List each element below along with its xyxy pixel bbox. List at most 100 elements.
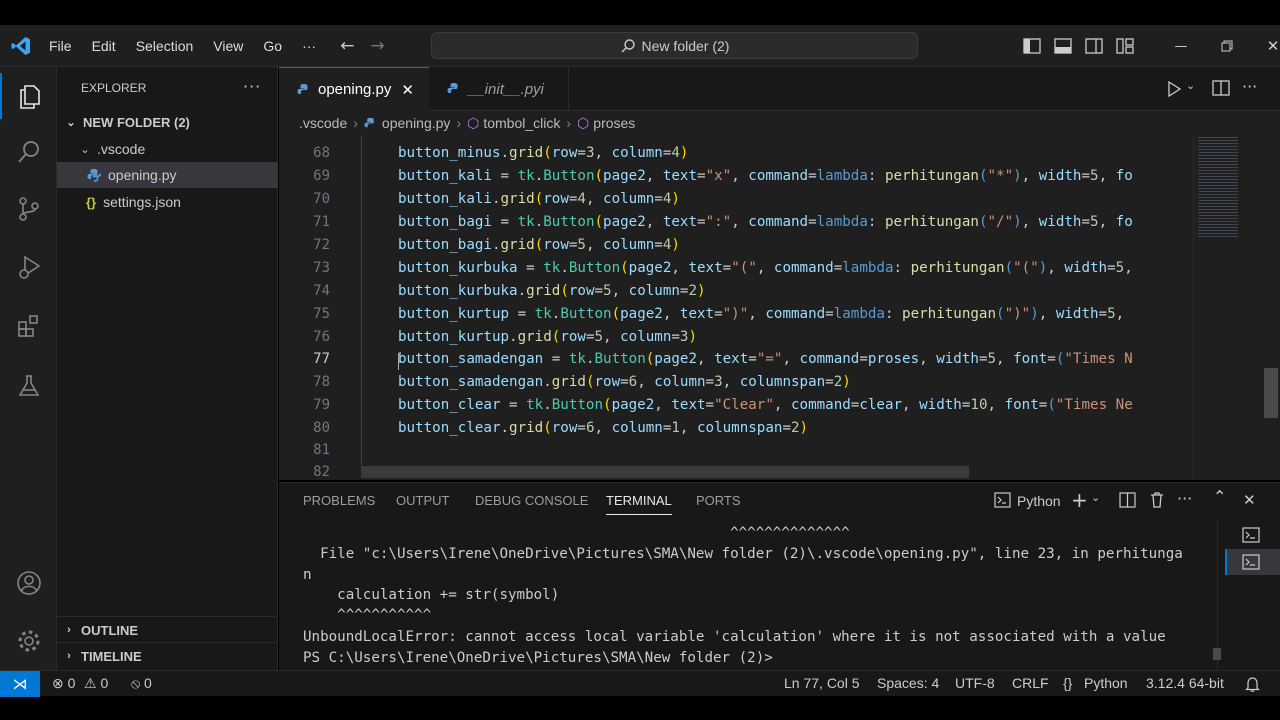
line-number: 80 [313,420,330,436]
close-panel-icon[interactable]: ✕ [1243,491,1256,509]
forward-arrow-icon[interactable]: → [370,36,384,56]
toggle-primary-sidebar-icon[interactable] [1023,38,1041,54]
code-editor[interactable]: 68 button_minus.grid(row=3, column=4) 69… [279,135,1280,480]
code-line: button_samadengan.grid(row=6, column=3, … [398,374,851,390]
errors-indicator[interactable]: ⊗ 0 [52,675,75,692]
breadcrumb-symbol[interactable]: proses [593,115,635,131]
vertical-scrollbar[interactable] [1264,368,1278,418]
customize-layout-icon[interactable] [1116,38,1134,54]
accounts-icon[interactable] [0,560,57,606]
menu-file[interactable]: File [39,38,82,54]
file-label: settings.json [103,194,181,210]
new-terminal-icon[interactable]: + [1071,488,1088,512]
language-braces-icon: {} [1063,675,1073,691]
code-line: button_bagi = tk.Button(page2, text=":",… [398,214,1133,230]
run-debug-icon[interactable] [0,244,57,290]
breadcrumb-folder[interactable]: .vscode [299,115,347,131]
line-number: 73 [313,260,330,276]
menu-selection[interactable]: Selection [126,38,204,54]
trash-icon[interactable] [1149,491,1165,508]
run-python-file-icon[interactable] [1166,81,1182,97]
chevron-down-icon[interactable]: ⌄ [1091,491,1100,504]
terminal-profile-label[interactable]: Python [1017,493,1061,509]
chevron-right-icon: › [67,624,71,636]
tree-file-opening-py[interactable]: opening.py [57,162,278,188]
cursor-position[interactable]: Ln 77, Col 5 [784,675,860,691]
outline-label: OUTLINE [81,622,139,638]
remote-indicator-icon[interactable]: ⋊ [0,671,40,697]
toggle-secondary-sidebar-icon[interactable] [1085,38,1103,54]
close-window-icon[interactable]: ✕ [1250,37,1280,55]
end-of-line[interactable]: CRLF [1012,675,1049,691]
language-mode[interactable]: Python [1084,675,1128,691]
source-control-icon[interactable] [0,186,57,232]
terminal-scrollbar[interactable] [1213,648,1221,660]
breadcrumb-function[interactable]: tombol_click [483,115,560,131]
settings-gear-icon[interactable] [0,618,57,664]
toggle-panel-icon[interactable] [1054,38,1072,54]
breadcrumb: .vscode › opening.py › ⬡ tombol_click › … [279,111,1280,135]
python-file-icon [297,83,308,94]
back-arrow-icon[interactable]: ← [340,36,354,56]
menu-view[interactable]: View [203,38,253,54]
tab-opening-py[interactable]: opening.py ✕ [279,67,429,111]
indentation[interactable]: Spaces: 4 [877,675,939,691]
panel-tab-problems[interactable]: PROBLEMS [303,493,375,508]
search-icon [621,38,635,52]
explorer-more-actions-icon[interactable]: ··· [243,77,261,96]
split-terminal-icon[interactable] [1119,492,1136,508]
menu-go[interactable]: Go [253,38,292,54]
explorer-icon[interactable] [0,73,57,119]
outline-section[interactable]: › OUTLINE [57,617,278,643]
workspace-root-label: NEW FOLDER (2) [83,114,190,130]
ports-indicator[interactable]: ⦸ 0 [131,675,152,692]
panel-tab-output[interactable]: OUTPUT [396,493,449,508]
terminal-instance-selected[interactable] [1225,549,1280,575]
panel-tab-terminal[interactable]: TERMINAL [606,493,672,515]
panel-tab-ports[interactable]: PORTS [696,493,741,508]
terminal-line: File "c:\Users\Irene\OneDrive\Pictures\S… [303,546,1183,562]
horizontal-scrollbar[interactable] [361,466,969,478]
python-file-icon [87,169,101,182]
line-number: 78 [313,374,330,390]
breadcrumb-file[interactable]: opening.py [382,115,451,131]
timeline-section[interactable]: › TIMELINE [57,643,278,669]
terminal-instance-icon[interactable] [1242,527,1260,543]
restore-icon[interactable] [1204,40,1250,52]
chevron-right-icon: › [566,115,572,131]
menu-more[interactable]: ··· [292,38,326,54]
letterbox-top [0,0,1280,25]
chevron-right-icon: › [456,115,462,131]
workspace-root[interactable]: ⌄ NEW FOLDER (2) [57,109,278,135]
search-view-icon[interactable] [0,129,57,175]
minimize-icon[interactable]: — [1158,39,1204,54]
extensions-icon[interactable] [0,303,57,349]
menu-edit[interactable]: Edit [82,38,126,54]
status-bar: ⋊ ⊗ 0 ⚠ 0 ⦸ 0 Ln 77, Col 5 Spaces: 4 UTF… [0,670,1280,697]
terminal-prompt[interactable]: PS C:\Users\Irene\OneDrive\Pictures\SMA\… [303,650,773,666]
encoding[interactable]: UTF-8 [955,675,995,691]
chevron-down-icon: ⌄ [80,143,90,156]
panel-more-actions-icon[interactable]: ··· [1177,489,1192,508]
command-center[interactable]: New folder (2) [431,32,918,59]
code-line: button_kurtup = tk.Button(page2, text=")… [398,306,1125,322]
vscode-logo-icon [11,36,30,55]
tab-init-pyi[interactable]: __init__.pyi [429,67,569,111]
maximize-panel-chevron-up-icon[interactable]: ⌃ [1213,487,1226,506]
terminal-line: UnboundLocalError: cannot access local v… [303,629,1166,645]
panel-tab-debug-console[interactable]: DEBUG CONSOLE [475,493,588,508]
run-dropdown-chevron-icon[interactable]: ⌄ [1186,79,1195,92]
code-line: button_clear = tk.Button(page2, text="Cl… [398,397,1133,413]
editor-more-actions-icon[interactable]: ··· [1242,77,1257,96]
notifications-bell-icon[interactable] [1245,676,1260,692]
tree-file-settings-json[interactable]: {} settings.json [57,189,278,215]
minimap[interactable] [1193,135,1273,480]
tree-folder-vscode[interactable]: ⌄ .vscode [57,136,278,162]
close-tab-icon[interactable]: ✕ [401,81,414,99]
python-interpreter[interactable]: 3.12.4 64-bit [1146,675,1224,691]
chevron-right-icon: › [353,115,358,131]
testing-flask-icon[interactable] [0,363,57,409]
warnings-indicator[interactable]: ⚠ 0 [84,675,108,692]
split-editor-icon[interactable] [1212,80,1230,96]
folder-label: .vscode [97,141,146,157]
